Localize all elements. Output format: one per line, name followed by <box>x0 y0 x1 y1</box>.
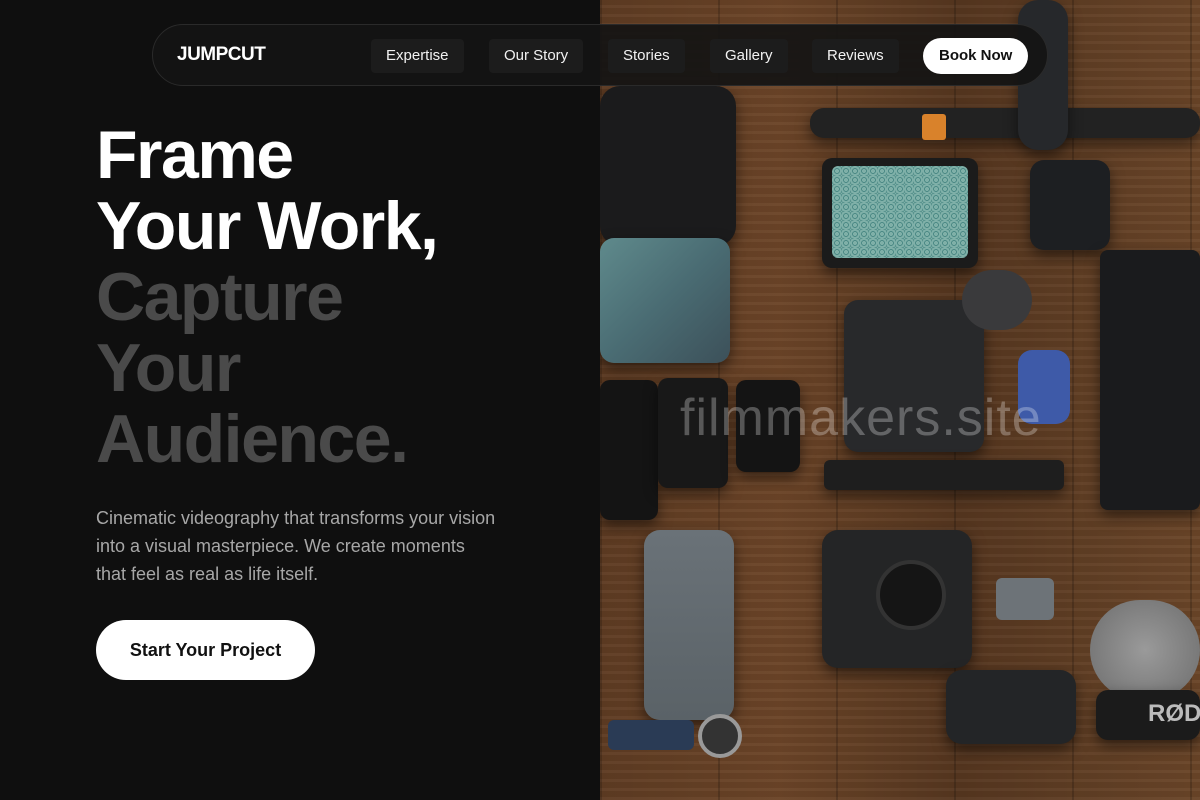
logo[interactable]: JUMPCUT <box>177 44 266 66</box>
nav-item-expertise[interactable]: Expertise <box>371 39 464 73</box>
nav-item-gallery[interactable]: Gallery <box>710 39 788 73</box>
led-panel-grid <box>832 166 968 258</box>
rig-cage <box>1100 250 1200 510</box>
audio-recorder <box>608 720 694 750</box>
microphone-windscreen <box>1090 600 1200 700</box>
led-panel <box>822 158 978 268</box>
headline-line-3: Capture <box>96 259 344 335</box>
mic-brand-text: RØD <box>1148 700 1200 727</box>
hero-description: Cinematic videography that transforms yo… <box>96 508 496 584</box>
headline-line-5: Audience. <box>96 401 409 477</box>
headline-line-1: Frame <box>96 117 294 193</box>
nav-item-our-story[interactable]: Our Story <box>489 39 584 73</box>
drone <box>644 530 734 720</box>
hero-image: RØD filmmakers.site <box>600 0 1200 800</box>
gimbal-knob <box>922 114 946 140</box>
nav-item-reviews[interactable]: Reviews <box>812 39 899 73</box>
camera-rail <box>824 460 1064 490</box>
nav-item-stories[interactable]: Stories <box>608 39 685 73</box>
hero-section: Frame Your Work, Capture Your Audience. … <box>0 0 600 800</box>
drone-controller <box>946 670 1076 744</box>
start-project-button[interactable]: Start Your Project <box>96 620 315 680</box>
top-nav: JUMPCUT Expertise Our Story Stories Gall… <box>152 24 1048 86</box>
headline-line-2: Your Work, <box>96 188 439 264</box>
headline-line-4: Your <box>96 330 241 406</box>
dslr-lens-mount <box>876 560 946 630</box>
watermark: filmmakers.site <box>680 389 1042 447</box>
camera-handle <box>1030 160 1110 250</box>
hero-headline: Frame Your Work, Capture Your Audience. <box>96 120 576 475</box>
lens-1 <box>600 380 658 520</box>
filter <box>698 714 742 758</box>
gimbal-handle <box>810 108 1200 138</box>
book-now-button[interactable]: Book Now <box>923 38 1029 74</box>
lens-large <box>600 86 736 246</box>
action-camera <box>996 578 1054 620</box>
underwater-housing <box>600 238 730 363</box>
viewfinder <box>962 270 1032 330</box>
